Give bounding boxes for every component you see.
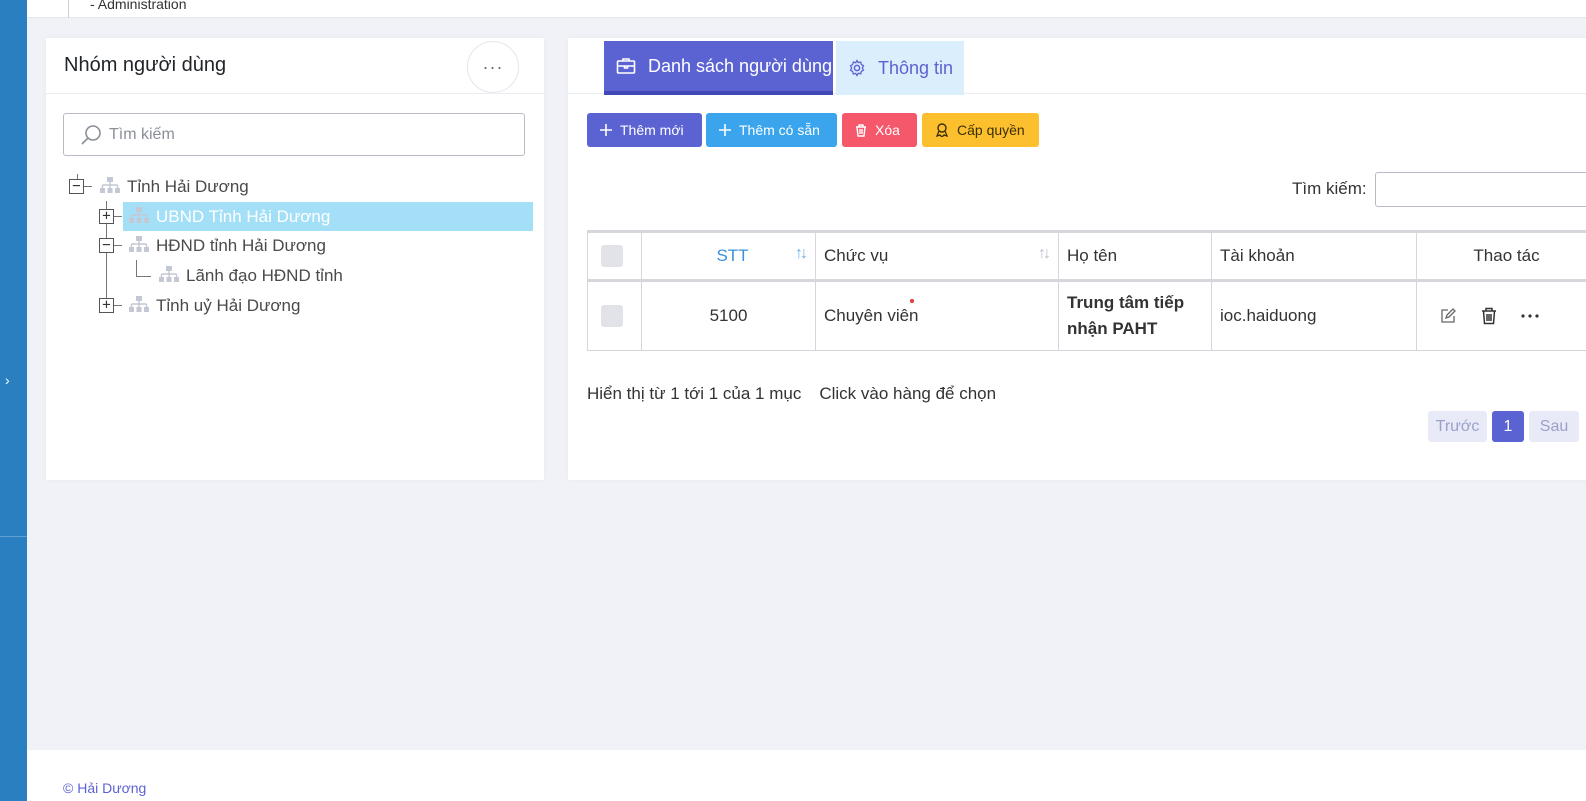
tree-node-label: Tỉnh Hải Dương bbox=[127, 177, 249, 196]
delete-button[interactable]: Xóa bbox=[842, 113, 917, 147]
chevron-right-icon[interactable]: › bbox=[5, 372, 10, 388]
header-label: Tài khoản bbox=[1220, 246, 1295, 265]
org-tree-icon bbox=[128, 295, 150, 318]
cell-actions bbox=[1416, 280, 1586, 351]
position-text: Chuyên viên bbox=[824, 306, 919, 325]
sidebar-divider bbox=[0, 536, 27, 537]
table-row[interactable]: 5100 Chuyên viên Trung tâm tiếp nhận PAH… bbox=[587, 280, 1586, 351]
header-label: STT bbox=[716, 246, 749, 265]
tab-user-list[interactable]: Danh sách người dùng bbox=[604, 41, 833, 95]
row-actions bbox=[1425, 307, 1586, 325]
org-tree-icon bbox=[128, 206, 150, 229]
expand-toggle[interactable]: + bbox=[99, 298, 114, 313]
table-info: Hiển thị từ 1 tới 1 của 1 mục Click vào h… bbox=[587, 384, 996, 404]
column-header-actions: Thao tác bbox=[1416, 231, 1586, 281]
page-1-button[interactable]: 1 bbox=[1492, 411, 1524, 442]
award-icon bbox=[935, 123, 949, 137]
breadcrumb-line bbox=[68, 0, 69, 18]
footer: © Hải Dương bbox=[27, 750, 1586, 801]
header-label: Thao tác bbox=[1473, 246, 1540, 265]
tabs-header: Danh sách người dùng Thông tin bbox=[568, 38, 1586, 95]
collapse-toggle[interactable]: − bbox=[69, 179, 84, 194]
org-tree-icon bbox=[158, 265, 180, 288]
expand-toggle[interactable]: + bbox=[99, 209, 114, 224]
tree-connector bbox=[114, 305, 122, 306]
tree-node-tinh-uy[interactable]: Tỉnh uỷ Hải Dương bbox=[128, 291, 300, 321]
records-info: Hiển thị từ 1 tới 1 của 1 mục bbox=[587, 384, 802, 403]
next-page-button[interactable]: Sau bbox=[1529, 411, 1579, 442]
tab-label: Thông tin bbox=[878, 57, 954, 78]
tab-info[interactable]: Thông tin bbox=[836, 41, 964, 95]
tree-node-ubnd[interactable]: UBND Tỉnh Hải Dương bbox=[128, 202, 330, 232]
table-search-input[interactable] bbox=[1375, 172, 1586, 207]
column-header-stt[interactable]: STT ↑↓ bbox=[641, 231, 816, 281]
tree-connector bbox=[136, 260, 137, 276]
user-group-panel: Nhóm người dùng ··· − Tỉnh Hải Dương + bbox=[46, 38, 544, 480]
required-indicator bbox=[910, 299, 914, 303]
add-existing-button[interactable]: Thêm có sẵn bbox=[706, 113, 837, 147]
tree-node-label: Lãnh đạo HĐND tỉnh bbox=[186, 266, 343, 285]
grant-permission-button[interactable]: Cấp quyền bbox=[922, 113, 1039, 147]
tree-node-lanh-dao-hdnd[interactable]: Lãnh đạo HĐND tỉnh bbox=[158, 261, 343, 291]
edit-icon[interactable] bbox=[1439, 307, 1457, 325]
select-all-checkbox[interactable] bbox=[601, 245, 623, 267]
tree-connector bbox=[114, 216, 122, 217]
user-list-panel: Danh sách người dùng Thông tin Thêm mới … bbox=[568, 38, 1586, 480]
tree-node-label: HĐND tỉnh Hải Dương bbox=[156, 236, 326, 255]
cell-account: ioc.haiduong bbox=[1211, 280, 1417, 351]
user-table: STT ↑↓ Chức vụ ↑↓ Họ tên Tài khoản Thao … bbox=[587, 230, 1586, 351]
top-breadcrumb-bar: - Administration bbox=[27, 0, 1586, 18]
copyright-link[interactable]: © Hải Dương bbox=[63, 780, 146, 796]
header-label: Họ tên bbox=[1067, 246, 1118, 265]
column-header-account: Tài khoản bbox=[1211, 231, 1417, 281]
plus-icon bbox=[600, 124, 612, 136]
cell-position: Chuyên viên bbox=[815, 280, 1059, 351]
org-tree-icon bbox=[128, 235, 150, 258]
tree-node-label: UBND Tỉnh Hải Dương bbox=[156, 207, 331, 226]
header-label: Chức vụ bbox=[824, 246, 889, 265]
button-label: Xóa bbox=[875, 122, 900, 138]
gear-icon bbox=[848, 59, 866, 77]
tree-node-label: Tỉnh uỷ Hải Dương bbox=[156, 296, 301, 315]
collapsed-sidebar: › bbox=[0, 0, 27, 801]
tree-connector bbox=[136, 276, 151, 277]
table-search-label: Tìm kiếm: bbox=[1292, 179, 1367, 198]
row-select-cell bbox=[587, 280, 642, 351]
column-header-name: Họ tên bbox=[1058, 231, 1212, 281]
cell-name: Trung tâm tiếp nhận PAHT bbox=[1058, 280, 1212, 351]
sort-icon[interactable]: ↑↓ bbox=[795, 245, 808, 263]
cell-stt: 5100 bbox=[641, 280, 816, 351]
row-checkbox[interactable] bbox=[601, 305, 623, 327]
group-tree: − Tỉnh Hải Dương + UBND Tỉnh Hải Dương −… bbox=[46, 38, 544, 480]
collapse-toggle[interactable]: − bbox=[99, 238, 114, 253]
plus-icon bbox=[719, 124, 731, 136]
trash-icon[interactable] bbox=[1481, 307, 1497, 325]
tree-node-hdnd[interactable]: HĐND tỉnh Hải Dương bbox=[128, 231, 326, 261]
column-header-position[interactable]: Chức vụ ↑↓ bbox=[815, 231, 1059, 281]
tree-node-tinh-hai-duong[interactable]: Tỉnh Hải Dương bbox=[99, 172, 249, 202]
button-label: Thêm mới bbox=[620, 122, 684, 138]
button-label: Thêm có sẵn bbox=[739, 122, 820, 138]
tree-connector bbox=[84, 186, 92, 187]
briefcase-icon bbox=[616, 57, 636, 75]
breadcrumb[interactable]: - Administration bbox=[90, 0, 186, 12]
button-label: Cấp quyền bbox=[957, 122, 1025, 138]
table-header-row: STT ↑↓ Chức vụ ↑↓ Họ tên Tài khoản Thao … bbox=[587, 231, 1586, 281]
tab-label: Danh sách người dùng bbox=[648, 55, 832, 76]
tree-connector bbox=[114, 245, 122, 246]
prev-page-button[interactable]: Trước bbox=[1428, 411, 1487, 442]
more-horizontal-icon[interactable] bbox=[1521, 313, 1539, 319]
add-new-button[interactable]: Thêm mới bbox=[587, 113, 702, 147]
trash-icon bbox=[855, 123, 867, 137]
sort-icon[interactable]: ↑↓ bbox=[1038, 245, 1051, 263]
select-all-cell bbox=[587, 231, 642, 281]
org-tree-icon bbox=[99, 176, 121, 199]
select-hint: Click vào hàng để chọn bbox=[819, 384, 997, 403]
